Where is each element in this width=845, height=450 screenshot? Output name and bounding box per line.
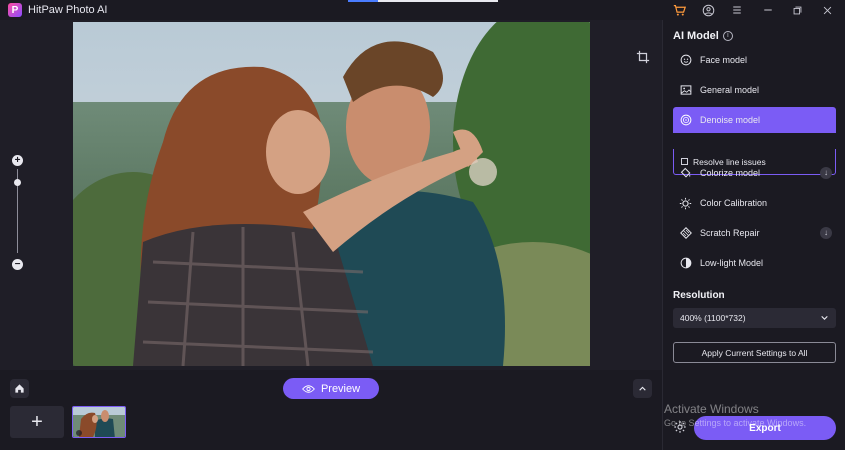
model-label: Face model: [700, 55, 748, 65]
denoise-icon: [679, 114, 692, 127]
model-color-calibration[interactable]: Color Calibration: [673, 190, 836, 216]
app-logo-icon: P: [8, 3, 22, 17]
face-icon: [679, 54, 692, 67]
model-label: Scratch Repair: [700, 228, 760, 238]
crop-icon[interactable]: [636, 50, 650, 64]
minimize-icon[interactable]: [760, 2, 776, 18]
model-label: Colorize model: [700, 168, 761, 178]
processing-progress-bar: [348, 0, 498, 2]
ai-model-heading: AI Model i: [673, 30, 733, 42]
bottom-toolbar: Preview +: [0, 370, 662, 450]
model-denoise[interactable]: Denoise model: [673, 107, 836, 133]
title-bar: P HitPaw Photo AI: [0, 0, 845, 20]
model-label: Low-light Model: [700, 258, 764, 268]
model-scratch-repair[interactable]: Scratch Repair ↓: [673, 220, 836, 246]
collapse-thumbnails-button[interactable]: [633, 379, 652, 398]
image-icon: [679, 84, 692, 97]
chevron-up-icon: [639, 386, 646, 391]
model-label: Denoise model: [700, 115, 761, 125]
close-icon[interactable]: [819, 2, 835, 18]
chevron-down-icon: [820, 313, 829, 324]
download-icon[interactable]: ↓: [820, 227, 832, 239]
preview-label: Preview: [320, 382, 361, 395]
model-colorize[interactable]: Colorize model ↓: [673, 160, 836, 186]
add-image-button[interactable]: +: [10, 406, 64, 438]
zoom-out-button[interactable]: −: [12, 259, 23, 270]
apply-to-all-button[interactable]: Apply Current Settings to All: [673, 342, 836, 363]
zoom-in-button[interactable]: +: [12, 155, 23, 166]
zoom-slider[interactable]: + −: [12, 155, 24, 270]
eye-icon: [301, 384, 315, 393]
home-icon: [15, 384, 24, 393]
gear-icon[interactable]: [673, 420, 687, 434]
download-icon[interactable]: ↓: [820, 167, 832, 179]
resolution-heading: Resolution: [673, 290, 725, 301]
photo-preview: [73, 22, 590, 366]
export-button[interactable]: Export: [694, 416, 836, 440]
resolution-select[interactable]: 400% (1100*732): [673, 308, 836, 328]
zoom-handle[interactable]: [14, 179, 21, 187]
image-canvas: + −: [0, 20, 662, 370]
scratch-icon: [679, 227, 692, 240]
maximize-icon[interactable]: [789, 2, 805, 18]
contrast-icon: [679, 257, 692, 270]
resolution-value: 400% (1100*732): [680, 313, 746, 323]
paint-bucket-icon: [679, 167, 692, 180]
sun-icon: [679, 197, 692, 210]
app-title: HitPaw Photo AI: [28, 4, 108, 16]
preview-button[interactable]: Preview: [283, 378, 379, 399]
model-general[interactable]: General model: [673, 77, 836, 103]
cart-icon[interactable]: [671, 2, 687, 18]
model-low-light[interactable]: Low-light Model: [673, 250, 836, 276]
home-button[interactable]: [10, 379, 29, 398]
info-icon[interactable]: i: [722, 31, 733, 41]
model-label: Color Calibration: [700, 198, 768, 208]
menu-icon[interactable]: [729, 2, 745, 18]
account-icon[interactable]: [700, 2, 716, 18]
model-label: General model: [700, 85, 760, 95]
model-face[interactable]: Face model: [673, 47, 836, 73]
settings-panel: AI Model i Face model General model Deno…: [662, 20, 845, 450]
image-thumbnail[interactable]: [72, 406, 126, 438]
ai-model-title: AI Model: [673, 30, 719, 42]
